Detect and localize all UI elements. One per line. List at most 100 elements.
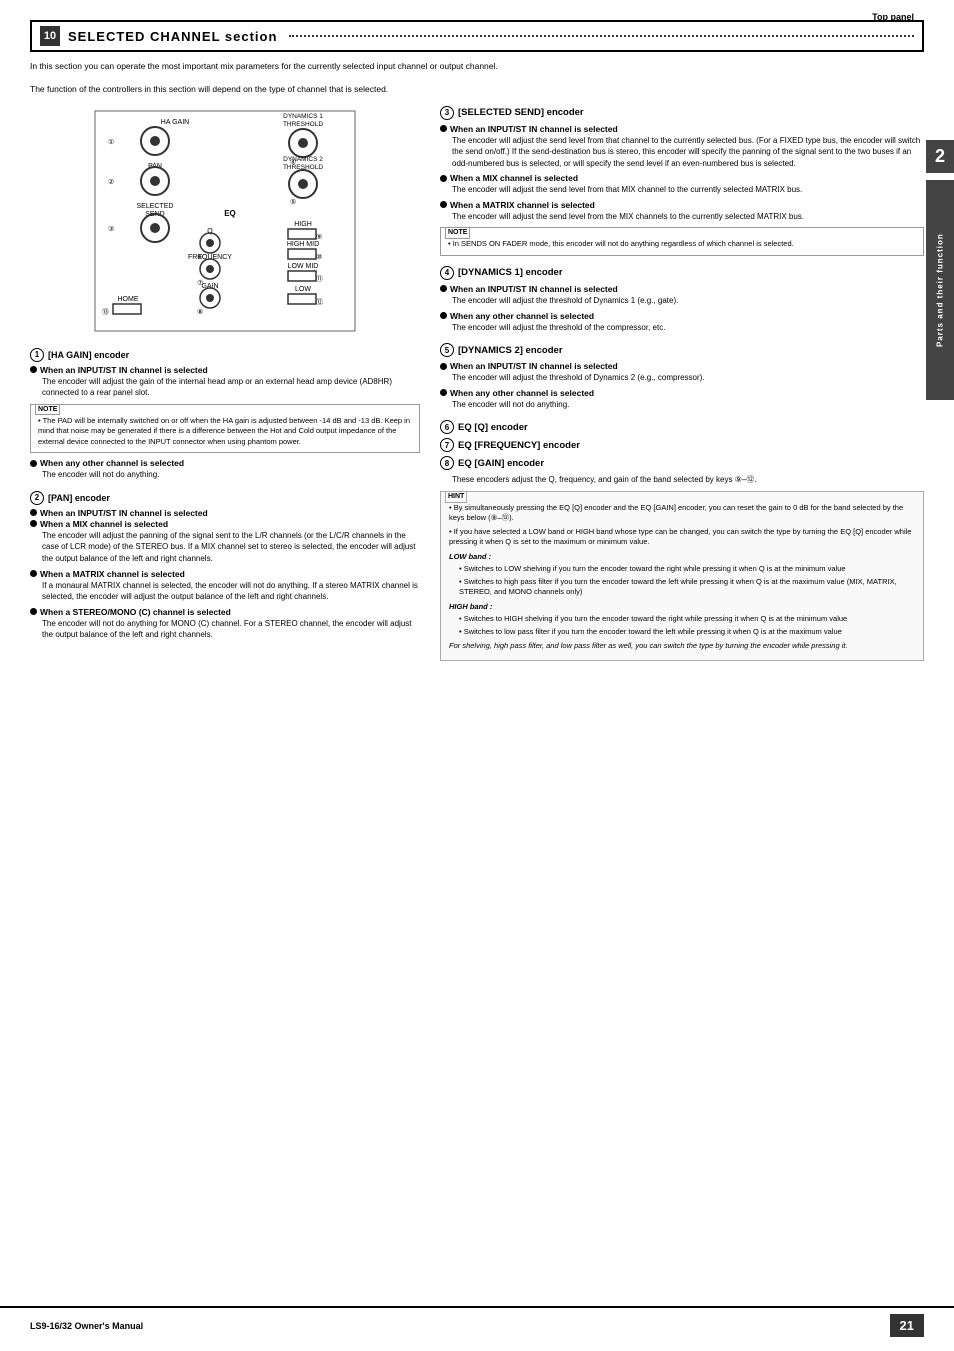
d2-other-label: When any other channel is selected — [450, 388, 594, 398]
pan-stereo-label: When a STEREO/MONO (C) channel is select… — [40, 607, 231, 617]
section-number-box: 10 — [40, 26, 60, 46]
bullet — [30, 608, 37, 615]
intro-text-1: In this section you can operate the most… — [30, 60, 924, 73]
ha-gain-input-title: When an INPUT/ST IN channel is selected — [30, 365, 420, 375]
bullet — [30, 460, 37, 467]
bullet — [440, 125, 447, 132]
page: Top panel 2 Parts and their function 10 … — [0, 0, 954, 1351]
pan-section: 2 [PAN] encoder When an INPUT/ST IN chan… — [30, 491, 420, 641]
eq-freq-title: 7 EQ [FREQUENCY] encoder — [440, 438, 924, 452]
ss-note: NOTE • In SENDS ON FADER mode, this enco… — [440, 227, 924, 256]
d2-other-sub: When any other channel is selected The e… — [440, 388, 924, 411]
svg-text:SELECTED: SELECTED — [137, 203, 174, 210]
ss-matrix-title: When a MATRIX channel is selected — [440, 200, 924, 210]
d1-input-title: When an INPUT/ST IN channel is selected — [440, 284, 924, 294]
bottom-page: 21 — [890, 1314, 924, 1337]
eq-gain-title: 8 EQ [GAIN] encoder — [440, 456, 924, 470]
svg-text:LOW: LOW — [295, 286, 311, 293]
d1-other-text: The encoder will adjust the threshold of… — [452, 322, 924, 334]
d2-input-sub: When an INPUT/ST IN channel is selected … — [440, 361, 924, 384]
svg-text:GAIN: GAIN — [201, 283, 218, 290]
eq-hint-label: HINT — [445, 491, 467, 503]
pan-matrix-title: When a MATRIX channel is selected — [30, 569, 420, 579]
pan-stereo-text: The encoder will not do anything for MON… — [42, 618, 420, 641]
title-dots — [289, 35, 914, 37]
ha-gain-input-text: The encoder will adjust the gain of the … — [42, 376, 420, 399]
d1-other-label: When any other channel is selected — [450, 311, 594, 321]
right-column: 3 [SELECTED SEND] encoder When an INPUT/… — [440, 106, 924, 671]
pan-stereo-sub: When a STEREO/MONO (C) channel is select… — [30, 607, 420, 641]
bullet — [30, 570, 37, 577]
d1-input-label: When an INPUT/ST IN channel is selected — [450, 284, 618, 294]
pan-matrix-sub: When a MATRIX channel is selected If a m… — [30, 569, 420, 603]
svg-text:⑤: ⑤ — [290, 198, 296, 206]
eq-hint-box: HINT • By simultaneously pressing the EQ… — [440, 491, 924, 661]
pan-matrix-label: When a MATRIX channel is selected — [40, 569, 185, 579]
ha-gain-label: [HA GAIN] encoder — [48, 350, 129, 360]
pan-label: [PAN] encoder — [48, 493, 110, 503]
bottom-model: LS9-16/32 Owner's Manual — [30, 1321, 143, 1331]
bullet — [440, 285, 447, 292]
eq-q-label: EQ [Q] encoder — [458, 422, 528, 433]
svg-text:HOME: HOME — [118, 296, 139, 303]
bullet — [440, 312, 447, 319]
eq-gain-label: EQ [GAIN] encoder — [458, 458, 544, 469]
d2-other-text: The encoder will not do anything. — [452, 399, 924, 411]
svg-text:⑨: ⑨ — [316, 233, 322, 241]
dynamics1-title: 4 [DYNAMICS 1] encoder — [440, 266, 924, 280]
ha-gain-other-title: When any other channel is selected — [30, 458, 420, 468]
pan-input-mix-text: The encoder will adjust the panning of t… — [42, 530, 420, 565]
d1-other-title: When any other channel is selected — [440, 311, 924, 321]
bullet — [30, 520, 37, 527]
dynamics2-number: 5 — [440, 343, 454, 357]
eq-q-number: 6 — [440, 420, 454, 434]
dynamics2-section: 5 [DYNAMICS 2] encoder When an INPUT/ST … — [440, 343, 924, 410]
bullet — [440, 389, 447, 396]
dynamics1-number: 4 — [440, 266, 454, 280]
eq-freq-number: 7 — [440, 438, 454, 452]
pan-number: 2 — [30, 491, 44, 505]
diagram-area: HA GAIN ① DYNAMICS 1 THRESHOLD ④ PAN — [55, 106, 395, 338]
svg-text:DYNAMICS 1: DYNAMICS 1 — [283, 113, 323, 120]
eq-freq-label: EQ [FREQUENCY] encoder — [458, 440, 580, 451]
ha-gain-input-sub: When an INPUT/ST IN channel is selected … — [30, 365, 420, 399]
selected-send-label: [SELECTED SEND] encoder — [458, 107, 584, 118]
pan-input-sub: When an INPUT/ST IN channel is selected … — [30, 508, 420, 565]
ha-gain-note: NOTE • The PAD will be internally switch… — [30, 404, 420, 454]
svg-text:③: ③ — [108, 225, 114, 233]
selected-send-section: 3 [SELECTED SEND] encoder When an INPUT/… — [440, 106, 924, 256]
dynamics2-label: [DYNAMICS 2] encoder — [458, 345, 563, 356]
svg-text:②: ② — [108, 178, 114, 186]
selected-send-title: 3 [SELECTED SEND] encoder — [440, 106, 924, 120]
svg-text:HIGH: HIGH — [294, 221, 312, 228]
svg-text:①: ① — [108, 138, 114, 146]
eq-hint-text: • By simultaneously pressing the EQ [Q] … — [449, 503, 915, 652]
svg-text:⑪: ⑪ — [316, 275, 323, 283]
intro-text-2: The function of the controllers in this … — [30, 83, 924, 96]
ss-mix-text: The encoder will adjust the send level f… — [452, 184, 924, 196]
d2-other-title: When any other channel is selected — [440, 388, 924, 398]
pan-mix-title: When a MIX channel is selected — [30, 519, 420, 529]
ss-input-sub: When an INPUT/ST IN channel is selected … — [440, 124, 924, 170]
ss-input-label: When an INPUT/ST IN channel is selected — [450, 124, 618, 134]
dynamics2-title: 5 [DYNAMICS 2] encoder — [440, 343, 924, 357]
ha-gain-other-text: The encoder will not do anything. — [42, 469, 420, 481]
d1-input-text: The encoder will adjust the threshold of… — [452, 295, 924, 307]
pan-input-label: When an INPUT/ST IN channel is selected — [40, 508, 208, 518]
bullet — [440, 363, 447, 370]
eq-q-title: 6 EQ [Q] encoder — [440, 420, 924, 434]
pan-input-title: When an INPUT/ST IN channel is selected — [30, 508, 420, 518]
bullet — [30, 509, 37, 516]
ss-matrix-sub: When a MATRIX channel is selected The en… — [440, 200, 924, 223]
ss-note-label: NOTE — [445, 227, 470, 239]
diagram-svg: HA GAIN ① DYNAMICS 1 THRESHOLD ④ PAN — [55, 106, 395, 336]
eq-section: 6 EQ [Q] encoder 7 EQ [FREQUENCY] encode… — [440, 420, 924, 661]
bottom-bar: LS9-16/32 Owner's Manual 21 — [0, 1306, 954, 1337]
left-column: HA GAIN ① DYNAMICS 1 THRESHOLD ④ PAN — [30, 106, 420, 671]
bullet — [30, 366, 37, 373]
bullet — [440, 201, 447, 208]
ha-gain-section: 1 [HA GAIN] encoder When an INPUT/ST IN … — [30, 348, 420, 481]
ss-input-title: When an INPUT/ST IN channel is selected — [440, 124, 924, 134]
svg-text:⑫: ⑫ — [316, 298, 323, 306]
dynamics1-section: 4 [DYNAMICS 1] encoder When an INPUT/ST … — [440, 266, 924, 333]
